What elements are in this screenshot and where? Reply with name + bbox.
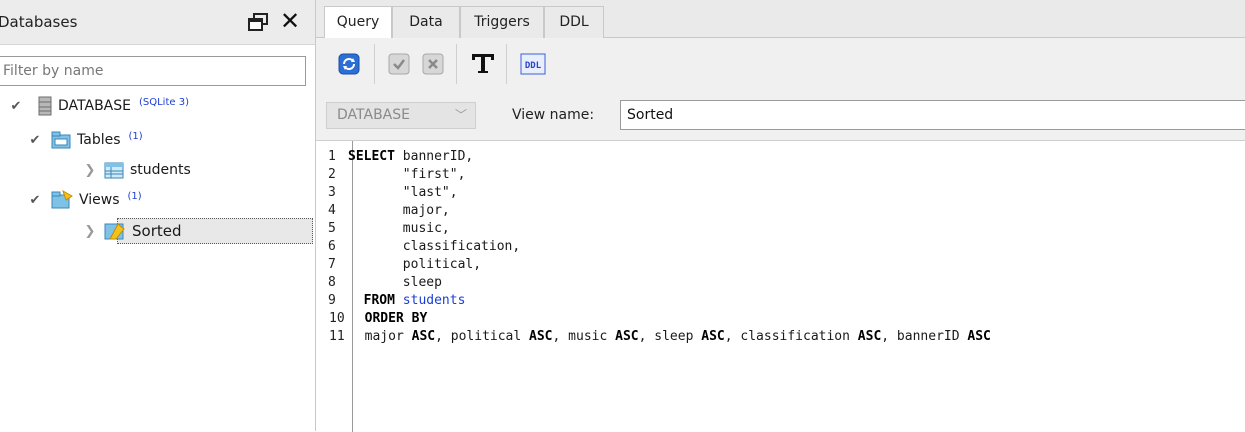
- sorted-label: Sorted: [132, 222, 182, 240]
- code-text: major,: [348, 203, 450, 218]
- float-window-icon[interactable]: [248, 13, 268, 31]
- code-line[interactable]: 6 classification,: [316, 239, 520, 255]
- tables-count: (1): [128, 130, 143, 142]
- sql-text: classification,: [348, 239, 521, 254]
- sql-keyword: FROM: [348, 293, 395, 308]
- sql-keyword: SELECT: [348, 149, 395, 164]
- database-type: (SQLite 3): [138, 96, 189, 108]
- database-select-value: DATABASE: [337, 107, 410, 123]
- close-icon[interactable]: ✕: [280, 8, 300, 34]
- tree-item-students[interactable]: ❯ students: [82, 158, 191, 182]
- tree-item-views[interactable]: ✔ Views (1): [27, 188, 142, 212]
- sql-text: "first",: [348, 167, 466, 182]
- editor-tab-bar: Query Data Triggers DDL: [316, 0, 1245, 39]
- tree-item-sorted[interactable]: ❯ Sorted: [82, 219, 182, 243]
- sql-keyword: ORDER BY: [349, 311, 428, 326]
- chevron-right-icon[interactable]: ❯: [82, 224, 98, 239]
- line-number: 3: [328, 185, 336, 200]
- code-line[interactable]: 10 ORDER BY: [316, 311, 427, 327]
- commit-icon[interactable]: [388, 53, 410, 75]
- line-number: 8: [328, 275, 336, 290]
- line-number: 7: [328, 257, 336, 272]
- students-label: students: [130, 162, 191, 178]
- sql-text: major ASC, political ASC, music ASC, sle…: [349, 329, 991, 344]
- code-line[interactable]: 5 music,: [316, 221, 450, 237]
- refresh-icon[interactable]: [338, 53, 360, 75]
- table-icon: [104, 162, 124, 179]
- toolbar-separator: [506, 44, 507, 84]
- chevron-right-icon[interactable]: ❯: [82, 163, 98, 178]
- code-text: classification,: [348, 239, 520, 254]
- sql-editor[interactable]: 1 SELECT bannerID, 2 "first", 3 "last", 4 ma…: [316, 140, 1245, 432]
- line-number: 2: [328, 167, 336, 182]
- views-label: Views: [79, 192, 120, 208]
- format-text-icon[interactable]: [470, 51, 496, 75]
- code-text: sleep: [348, 275, 442, 290]
- chevron-down-icon[interactable]: ✔: [8, 99, 24, 114]
- sql-identifier: students: [402, 293, 466, 308]
- sql-text: music,: [348, 221, 450, 236]
- chevron-down-icon[interactable]: ✔: [27, 133, 43, 148]
- line-number: 1: [328, 149, 336, 164]
- filter-input[interactable]: [0, 56, 306, 86]
- views-count: (1): [127, 190, 142, 202]
- tab-ddl[interactable]: DDL: [544, 6, 604, 38]
- code-text: ORDER BY: [349, 311, 428, 326]
- view-name-row: DATABASE ﹀ View name:: [316, 90, 1245, 140]
- database-icon: [38, 96, 52, 116]
- code-text: FROM students: [348, 293, 466, 308]
- line-number: 10: [329, 311, 345, 326]
- code-line[interactable]: 7 political,: [316, 257, 481, 273]
- tab-query[interactable]: Query: [324, 6, 392, 39]
- code-line[interactable]: 4 major,: [316, 203, 450, 219]
- chevron-down-icon: ﹀: [454, 108, 467, 122]
- code-text: music,: [348, 221, 450, 236]
- view-icon: [104, 223, 125, 240]
- chevron-down-icon[interactable]: ✔: [27, 193, 43, 208]
- view-name-input[interactable]: [620, 100, 1245, 130]
- line-number: 5: [328, 221, 336, 236]
- code-line[interactable]: 3 "last",: [316, 185, 458, 201]
- databases-panel: Databases ✕ ✔ DATABASE (SQLite 3) ✔ Tabl…: [0, 0, 316, 431]
- sql-text: sleep: [348, 275, 442, 290]
- database-select[interactable]: DATABASE ﹀: [326, 102, 476, 129]
- line-number: 6: [328, 239, 336, 254]
- code-text: "last",: [348, 185, 458, 200]
- code-text: "first",: [348, 167, 466, 182]
- rollback-icon[interactable]: [422, 53, 444, 75]
- code-line[interactable]: 2 "first",: [316, 167, 465, 183]
- sql-text: major,: [348, 203, 450, 218]
- views-folder-icon: [51, 190, 73, 209]
- code-line[interactable]: 8 sleep: [316, 275, 442, 291]
- line-number: 9: [328, 293, 336, 308]
- ddl-icon[interactable]: DDL: [520, 53, 546, 75]
- toolbar: DDL: [316, 38, 1245, 90]
- toolbar-separator: [374, 44, 375, 84]
- panel-title: Databases: [0, 13, 78, 31]
- toolbar-separator: [456, 44, 457, 84]
- panel-header: Databases ✕: [0, 0, 315, 45]
- code-line[interactable]: 9 FROM students: [316, 293, 465, 309]
- code-text: political,: [348, 257, 481, 272]
- database-label: DATABASE: [58, 98, 131, 114]
- sql-text: "last",: [348, 185, 458, 200]
- line-number: 4: [328, 203, 336, 218]
- tables-label: Tables: [77, 132, 121, 148]
- line-number: 11: [329, 329, 345, 344]
- code-line[interactable]: 1 SELECT bannerID,: [316, 149, 473, 165]
- code-text: major ASC, political ASC, music ASC, sle…: [349, 329, 991, 344]
- tables-folder-icon: [51, 131, 71, 149]
- code-text: SELECT bannerID,: [348, 149, 473, 164]
- sql-text: bannerID,: [394, 149, 474, 164]
- tree-item-tables[interactable]: ✔ Tables (1): [27, 128, 143, 152]
- view-name-label: View name:: [512, 107, 595, 123]
- ddl-icon-label: DDL: [525, 61, 542, 71]
- tab-triggers[interactable]: Triggers: [460, 6, 544, 38]
- code-line[interactable]: 11 major ASC, political ASC, music ASC, …: [316, 329, 991, 345]
- sql-text: political,: [348, 257, 482, 272]
- tree-item-database[interactable]: ✔ DATABASE (SQLite 3): [8, 94, 189, 118]
- tab-data[interactable]: Data: [392, 6, 460, 38]
